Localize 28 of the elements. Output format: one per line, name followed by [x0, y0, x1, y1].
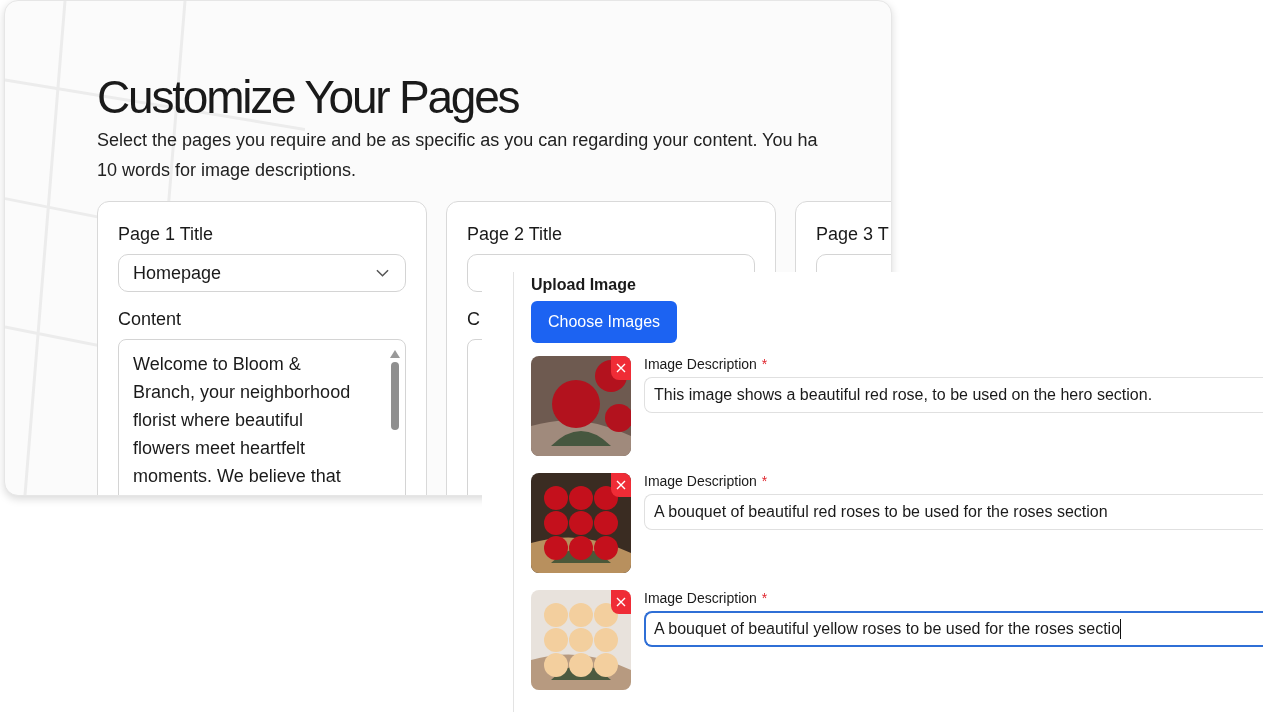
field-label: Page 2 Title [467, 224, 563, 245]
close-icon [616, 597, 626, 607]
field-label: Image Description [644, 473, 757, 489]
upload-label: Upload Image [531, 276, 637, 294]
page-heading: Customize Your Pages [97, 71, 520, 123]
required-mark: * [761, 590, 768, 606]
required-mark: * [761, 473, 768, 489]
remove-button[interactable] [611, 473, 631, 497]
intro-text: Select the pages you require and be as specific as you can regarding your content. You ha 10 words for image descriptions. [97, 129, 819, 182]
description-field[interactable]: A bouquet of beautiful yellow roses to be used for the roses sectio [644, 611, 1263, 647]
chevron-down-icon [376, 269, 389, 277]
field-label: Page 1 Title [118, 224, 214, 245]
field-label: Content [118, 309, 182, 330]
field-label: Image Description [644, 590, 757, 606]
field-label: Page 3 T [816, 224, 889, 245]
scroll-up-arrow-icon [390, 350, 400, 358]
remove-button[interactable] [611, 356, 631, 380]
description-field[interactable]: This image shows a beautiful red rose, to be used on the hero section. [644, 377, 1263, 413]
remove-button[interactable] [611, 590, 631, 614]
close-icon [616, 480, 626, 490]
choose-images-button[interactable]: Choose Images [531, 301, 678, 343]
content-textarea[interactable]: Welcome to Bloom & Branch, your neighborhood florist where beautiful flowers meet heartfelt moments. We believe that [118, 339, 406, 495]
page-select[interactable]: Homepage [118, 254, 406, 292]
description-field[interactable]: A bouquet of beautiful red roses to be used for the roses section [644, 494, 1263, 530]
field-label: C [467, 309, 480, 330]
close-icon [616, 363, 626, 373]
field-label: Image Description [644, 356, 757, 372]
required-mark: * [761, 356, 768, 372]
